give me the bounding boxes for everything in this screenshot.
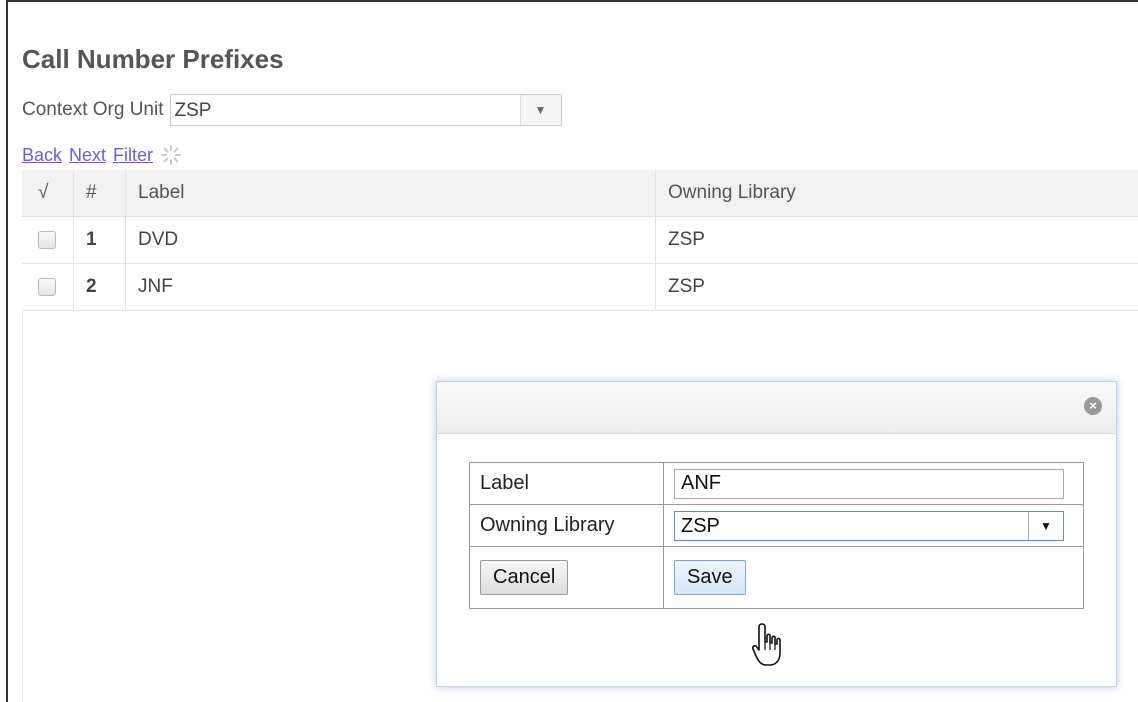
chevron-down-icon[interactable]: ▼	[519, 95, 561, 125]
row-checkbox[interactable]	[38, 231, 56, 249]
close-icon[interactable]: ×	[1084, 397, 1102, 415]
label-input[interactable]	[674, 468, 1064, 499]
context-org-select[interactable]: ZSP ▼	[169, 94, 562, 126]
owning-library-field-name: Owning Library	[469, 504, 664, 547]
header-num: #	[74, 170, 126, 216]
header-label[interactable]: Label	[126, 170, 656, 216]
row-owning-library: ZSP	[668, 276, 705, 297]
row-label: JNF	[126, 264, 656, 310]
row-num: 2	[74, 264, 126, 310]
row-num: 1	[74, 217, 126, 263]
hand-pointer-icon	[752, 623, 781, 666]
label-field-cell	[663, 462, 1084, 505]
filter-link[interactable]: Filter	[113, 145, 153, 166]
context-org-row: Context Org Unit ZSP ▼	[22, 94, 562, 126]
pager-links: Back Next Filter	[22, 144, 182, 166]
dialog-form: Label Owning Library ZSP ▼ Cancel Save	[469, 462, 1084, 609]
row-label: DVD	[126, 217, 656, 263]
owning-library-value: ZSP	[681, 514, 720, 537]
grid-header: √ # Label Owning Library	[22, 170, 1138, 217]
table-row[interactable]: 1 DVD ZSP	[22, 217, 1138, 264]
save-button[interactable]: Save	[674, 560, 746, 595]
chevron-down-icon[interactable]: ▼	[1028, 511, 1063, 540]
loading-spinner-icon	[160, 144, 182, 166]
cancel-cell: Cancel	[469, 546, 664, 609]
label-field-name: Label	[469, 462, 664, 505]
prefix-grid: √ # Label Owning Library 1 DVD ZSP 2 JNF…	[22, 170, 1138, 311]
row-checkbox[interactable]	[38, 278, 56, 296]
context-org-label: Context Org Unit	[22, 99, 164, 120]
row-owning-library: ZSP	[668, 229, 705, 250]
header-select-all[interactable]: √	[22, 170, 74, 216]
cancel-button[interactable]: Cancel	[480, 560, 569, 595]
owning-library-select[interactable]: ZSP ▼	[674, 510, 1064, 541]
header-owning-library[interactable]: Owning Library	[656, 170, 1138, 216]
table-row[interactable]: 2 JNF ZSP	[22, 264, 1138, 311]
row-checkbox-cell	[22, 264, 74, 310]
row-checkbox-cell	[22, 217, 74, 263]
next-link[interactable]: Next	[69, 145, 106, 166]
context-org-value: ZSP	[174, 100, 212, 121]
page-title: Call Number Prefixes	[22, 44, 284, 74]
dialog-titlebar[interactable]: ×	[437, 382, 1116, 434]
back-link[interactable]: Back	[22, 145, 62, 166]
owning-library-field-cell: ZSP ▼	[663, 504, 1084, 547]
save-cell: Save	[663, 546, 1084, 609]
